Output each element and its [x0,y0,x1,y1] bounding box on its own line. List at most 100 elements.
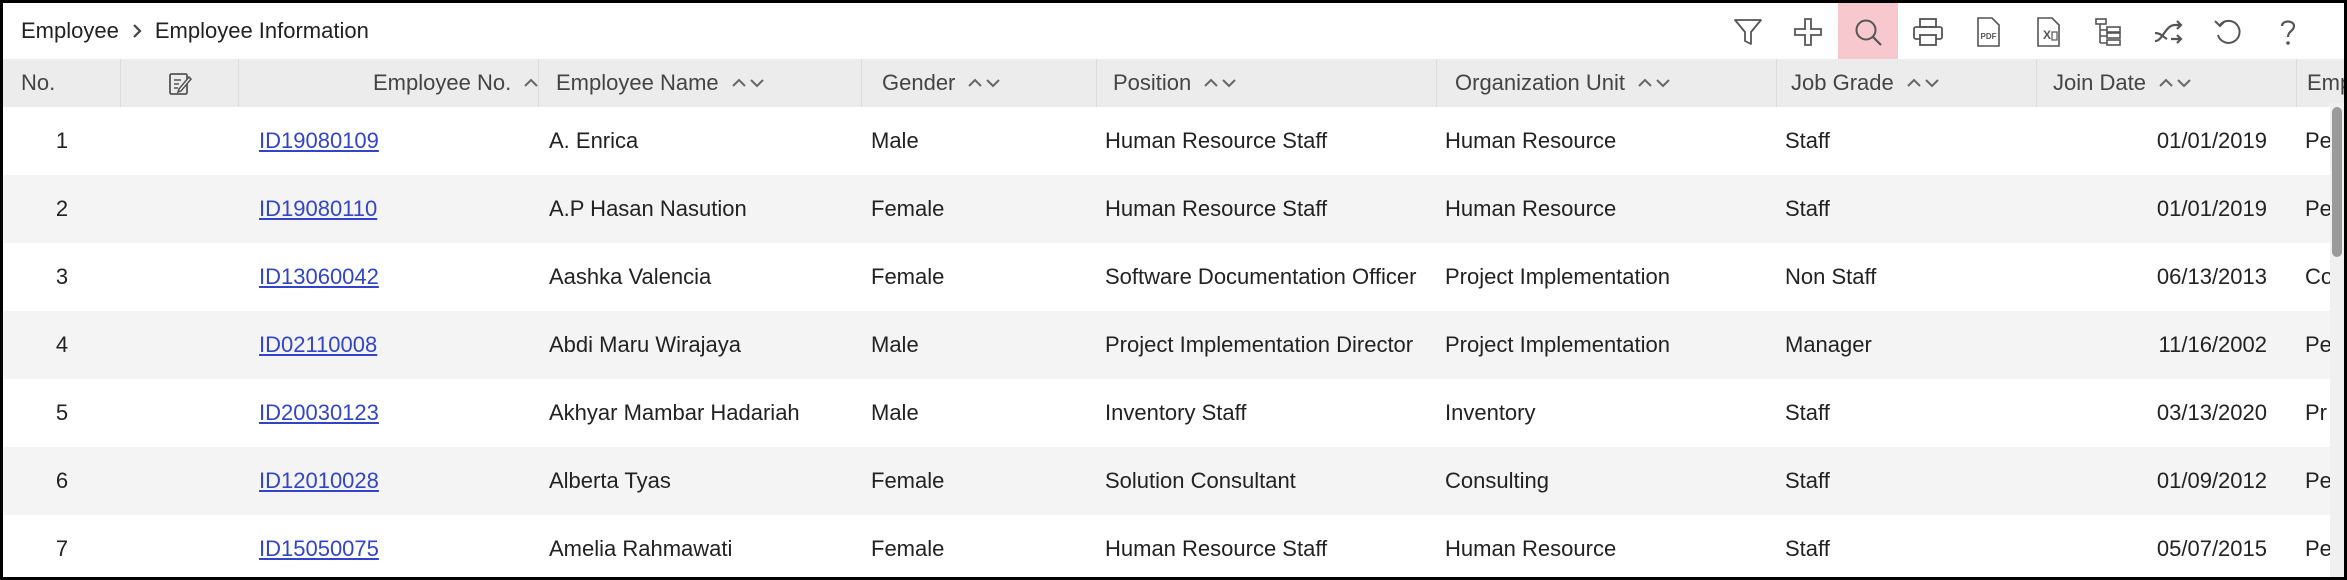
column-label: Employee No. [373,70,512,95]
gender: Female [871,264,945,289]
position: Human Resource Staff [1105,536,1328,561]
organization-unit: Human Resource [1445,128,1617,153]
employee-no-link[interactable]: ID19080110 [259,196,377,222]
employee-name: Aashka Valencia [549,264,712,289]
employee-name: Abdi Maru Wirajaya [549,332,741,357]
join-date: 01/01/2019 [2156,128,2267,153]
gender: Male [871,128,919,153]
employee-no-link[interactable]: ID20030123 [259,400,379,426]
table-row[interactable]: 5 ID20030123 Akhyar Mambar Hadariah Male… [3,379,2344,447]
sort-icon[interactable] [523,75,538,91]
organization-unit: Consulting [1445,468,1549,493]
print-button[interactable] [1898,3,1958,61]
breadcrumb-current: Employee Information [154,18,369,43]
row-edit-cell[interactable] [121,107,239,175]
row-edit-cell[interactable] [121,447,239,515]
column-header-no[interactable]: No. [3,59,121,107]
column-header-position[interactable]: Position [1097,59,1437,107]
print-icon [1913,18,1943,46]
add-button[interactable] [1778,3,1838,61]
employee-name: A. Enrica [549,128,639,153]
column-header-job-grade[interactable]: Job Grade [1777,59,2037,107]
employee-no-link[interactable]: ID15050075 [259,536,379,562]
row-edit-cell[interactable] [121,243,239,311]
table-row[interactable]: 2 ID19080110 A.P Hasan Nasution Female H… [3,175,2344,243]
filter-button[interactable] [1718,3,1778,61]
search-icon [1855,19,1882,46]
scrollbar-thumb[interactable] [2332,107,2342,257]
employee-name: Alberta Tyas [549,468,671,493]
table-row[interactable]: 6 ID12010028 Alberta Tyas Female Solutio… [3,447,2344,515]
join-date: 01/01/2019 [2156,196,2267,221]
employee-no-link[interactable]: ID13060042 [259,264,379,290]
row-edit-cell[interactable] [121,515,239,577]
breadcrumb-root[interactable]: Employee [21,18,119,44]
column-label: Gender [882,70,956,95]
column-label: Job Grade [1791,70,1894,95]
gender: Female [871,536,945,561]
table-row[interactable]: 7 ID15050075 Amelia Rahmawati Female Hum… [3,515,2344,577]
employee-name: Akhyar Mambar Hadariah [549,400,800,425]
employee-no-link[interactable]: ID19080109 [259,128,379,154]
column-header-organization-unit[interactable]: Organization Unit [1437,59,1777,107]
job-grade: Manager [1785,332,1872,357]
table-header: No. Employee No. Employee Name Gender Po… [3,59,2344,107]
column-header-edit[interactable] [121,59,239,107]
employee-information-window: Employee Employee Information PDF X No. … [0,0,2347,580]
row-number: 5 [55,400,69,425]
row-edit-cell[interactable] [121,311,239,379]
svg-text:PDF: PDF [1981,32,1997,41]
excel-icon: X [2037,17,2060,47]
sort-icon[interactable] [731,75,765,91]
row-number: 3 [55,264,69,289]
column-label: Emp [2307,70,2344,95]
gender: Male [871,400,919,425]
table-row[interactable]: 1 ID19080109 A. Enrica Male Human Resour… [3,107,2344,175]
job-grade: Staff [1785,400,1830,425]
breadcrumb: Employee Employee Information [21,17,369,45]
table-row[interactable]: 3 ID13060042 Aashka Valencia Female Soft… [3,243,2344,311]
table-row[interactable]: 4 ID02110008 Abdi Maru Wirajaya Male Pro… [3,311,2344,379]
column-header-employment-status[interactable]: Emp [2297,59,2344,107]
excel-button[interactable]: X [2018,3,2078,61]
shuffle-button[interactable] [2138,3,2198,61]
gender: Female [871,196,945,221]
join-date: 11/16/2002 [2158,332,2267,357]
sort-icon[interactable] [1203,75,1237,91]
row-number: 6 [55,468,69,493]
column-header-employee-name[interactable]: Employee Name [539,59,862,107]
join-date: 01/09/2012 [2156,468,2267,493]
row-edit-cell[interactable] [121,379,239,447]
gender: Female [871,468,945,493]
help-button[interactable] [2258,3,2318,61]
employee-no-link[interactable]: ID12010028 [259,468,379,494]
gender: Male [871,332,919,357]
column-label: Organization Unit [1455,70,1625,95]
column-header-join-date[interactable]: Join Date [2037,59,2297,107]
sort-icon[interactable] [2158,75,2192,91]
position: Human Resource Staff [1105,196,1328,221]
sort-icon[interactable] [1906,75,1940,91]
job-grade: Staff [1785,536,1830,561]
column-label: Position [1113,70,1192,95]
row-edit-cell[interactable] [121,175,239,243]
position: Software Documentation Officer [1105,264,1417,289]
sort-icon[interactable] [1637,75,1671,91]
employee-table: No. Employee No. Employee Name Gender Po… [3,59,2344,577]
pdf-button[interactable]: PDF [1958,3,2018,61]
chevron-right-icon [131,23,143,39]
column-header-gender[interactable]: Gender [862,59,1097,107]
organization-unit: Human Resource [1445,196,1617,221]
sort-icon[interactable] [967,75,1001,91]
refresh-button[interactable] [2198,3,2258,61]
filter-icon [1734,19,1762,45]
employee-no-link[interactable]: ID02110008 [259,332,377,358]
position: Solution Consultant [1105,468,1296,493]
search-button[interactable] [1838,3,1898,61]
refresh-icon [2214,19,2241,44]
tree-view-button[interactable] [2078,3,2138,61]
column-header-employee-no[interactable]: Employee No. [239,59,539,107]
column-label: Employee Name [556,70,719,95]
position: Project Implementation Director [1105,332,1414,357]
vertical-scrollbar[interactable] [2330,103,2344,577]
